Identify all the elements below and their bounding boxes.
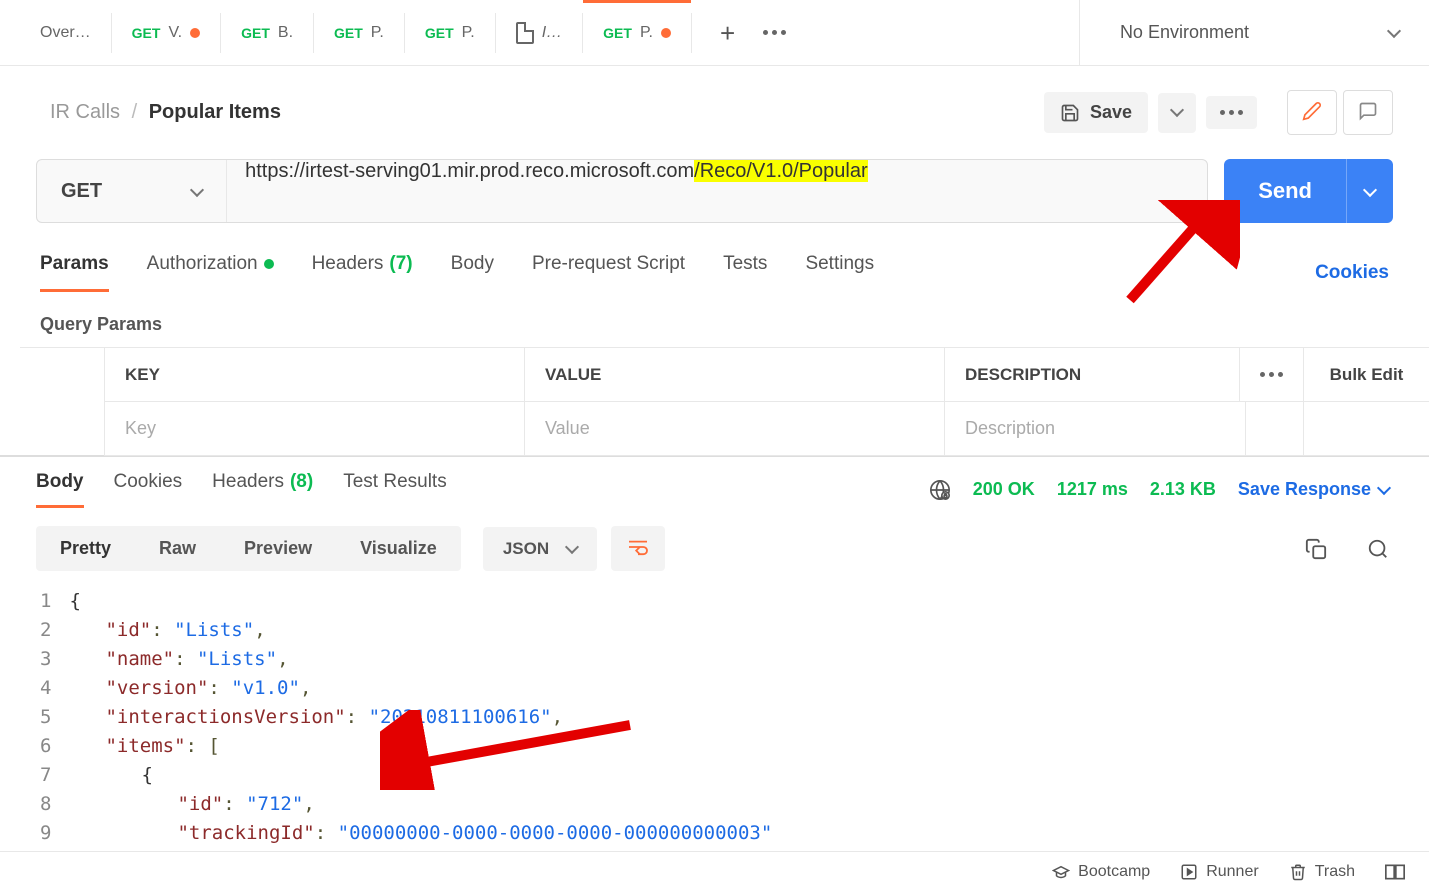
send-dropdown[interactable] — [1346, 159, 1393, 223]
play-icon — [1180, 863, 1198, 881]
send-button[interactable]: Send — [1224, 159, 1393, 223]
view-preview[interactable]: Preview — [220, 526, 336, 571]
chevron-down-icon — [190, 182, 204, 196]
req-tab-settings[interactable]: Settings — [805, 253, 874, 292]
tab-v[interactable]: GETV. — [112, 0, 220, 65]
response-time: 1217 ms — [1057, 479, 1128, 500]
panel-toggle-button[interactable] — [1385, 864, 1405, 880]
tab-actions-icon[interactable] — [763, 30, 786, 35]
new-tab-button[interactable]: + — [720, 20, 735, 46]
bootcamp-button[interactable]: Bootcamp — [1052, 863, 1150, 881]
tab-i[interactable]: I… — [496, 0, 582, 65]
chevron-down-icon — [1363, 182, 1377, 196]
more-actions-button[interactable] — [1206, 96, 1257, 129]
save-icon — [1060, 103, 1080, 123]
req-tab-tests[interactable]: Tests — [723, 253, 767, 292]
req-tab-body[interactable]: Body — [451, 253, 494, 292]
tab-b[interactable]: GETB. — [221, 0, 313, 65]
wrap-icon — [627, 538, 649, 556]
status-bar: Bootcamp Runner Trash — [0, 851, 1429, 891]
view-pretty[interactable]: Pretty — [36, 526, 135, 571]
breadcrumb-parent[interactable]: IR Calls — [50, 101, 120, 123]
runner-button[interactable]: Runner — [1180, 863, 1258, 881]
resp-tab-headers[interactable]: Headers (8) — [212, 471, 313, 508]
edit-button[interactable] — [1287, 90, 1337, 135]
response-size: 2.13 KB — [1150, 479, 1216, 500]
chevron-down-icon — [1170, 102, 1184, 116]
tab-p2[interactable]: GETP. — [405, 0, 495, 65]
view-raw[interactable]: Raw — [135, 526, 220, 571]
tab-p1[interactable]: GETP. — [314, 0, 404, 65]
params-table: KEY VALUE DESCRIPTION Bulk Edit Key Valu… — [20, 347, 1429, 456]
breadcrumb: IR Calls / Popular Items — [50, 101, 281, 124]
status-code: 200 OK — [973, 479, 1035, 500]
copy-icon[interactable] — [1305, 538, 1327, 560]
breadcrumb-current: Popular Items — [149, 101, 281, 123]
req-tab-prerequest[interactable]: Pre-request Script — [532, 253, 685, 292]
tab-p-active[interactable]: GETP. — [583, 0, 691, 65]
network-icon[interactable] — [929, 479, 951, 501]
format-select[interactable]: JSON — [483, 527, 597, 571]
bulk-edit-button[interactable]: Bulk Edit — [1303, 348, 1429, 402]
method-select[interactable]: GET — [37, 160, 227, 222]
trash-icon — [1289, 863, 1307, 881]
save-button[interactable]: Save — [1044, 92, 1148, 133]
resp-tab-body[interactable]: Body — [36, 471, 84, 508]
req-tab-headers[interactable]: Headers (7) — [312, 253, 413, 292]
resp-tab-testresults[interactable]: Test Results — [343, 471, 446, 508]
key-input[interactable]: Key — [104, 402, 524, 456]
more-icon — [1260, 372, 1283, 377]
col-more-button[interactable] — [1239, 348, 1303, 402]
unsaved-dot-icon — [190, 28, 200, 38]
top-tab-bar: Over… GETV. GETB. GETP. GETP. I… GETP. +… — [0, 0, 1429, 66]
col-description: DESCRIPTION — [944, 348, 1239, 402]
col-value: VALUE — [524, 348, 944, 402]
response-body: 123456789 {"id": "Lists","name": "Lists"… — [0, 577, 1429, 848]
environment-selector[interactable]: No Environment — [1079, 0, 1429, 65]
trash-button[interactable]: Trash — [1289, 863, 1355, 881]
comment-icon — [1358, 101, 1378, 121]
more-icon — [1220, 110, 1243, 115]
panel-icon — [1385, 864, 1405, 880]
req-tab-params[interactable]: Params — [40, 253, 109, 292]
page-icon — [516, 22, 534, 44]
url-input[interactable]: https://irtest-serving01.mir.prod.reco.m… — [227, 160, 1207, 222]
graduation-icon — [1052, 863, 1070, 881]
wrap-lines-button[interactable] — [611, 526, 665, 571]
tab-overview[interactable]: Over… — [20, 0, 111, 65]
unsaved-dot-icon — [661, 28, 671, 38]
col-key: KEY — [104, 348, 524, 402]
req-tab-authorization[interactable]: Authorization — [147, 253, 274, 292]
search-icon[interactable] — [1367, 538, 1389, 560]
pencil-icon — [1302, 101, 1322, 121]
resp-tab-cookies[interactable]: Cookies — [114, 471, 183, 508]
chevron-down-icon — [565, 540, 579, 554]
chevron-down-icon — [1377, 481, 1391, 495]
save-response-button[interactable]: Save Response — [1238, 479, 1389, 500]
save-dropdown[interactable] — [1158, 93, 1196, 133]
chevron-down-icon — [1387, 24, 1401, 38]
description-input[interactable]: Description — [944, 402, 1245, 456]
comment-button[interactable] — [1343, 90, 1393, 135]
query-params-label: Query Params — [0, 292, 1429, 347]
value-input[interactable]: Value — [524, 402, 944, 456]
cookies-link[interactable]: Cookies — [1315, 262, 1389, 284]
status-dot-icon — [264, 259, 274, 269]
view-visualize[interactable]: Visualize — [336, 526, 461, 571]
